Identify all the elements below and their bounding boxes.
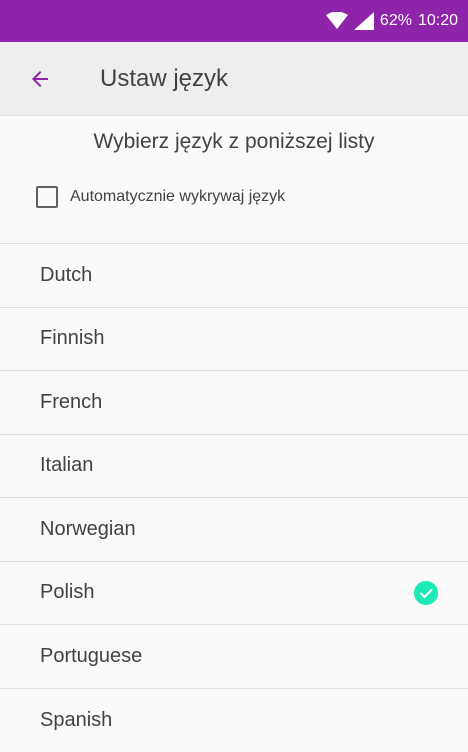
page-title: Ustaw język	[100, 65, 228, 93]
subtitle: Wybierz język z poniższej listy	[0, 130, 468, 154]
back-button[interactable]	[0, 42, 80, 116]
language-list: Dutch Finnish French Italian Norwegian P…	[0, 244, 468, 752]
wifi-icon	[326, 12, 348, 30]
language-item-norwegian[interactable]: Norwegian	[0, 498, 468, 562]
clock: 10:20	[418, 12, 458, 30]
battery-level: 62%	[380, 12, 412, 30]
language-item-finnish[interactable]: Finnish	[0, 308, 468, 372]
language-label: Italian	[40, 454, 93, 477]
language-label: Spanish	[40, 709, 112, 732]
language-header: Wybierz język z poniższej listy Automaty…	[0, 116, 468, 244]
check-circle-icon	[414, 581, 438, 605]
language-item-italian[interactable]: Italian	[0, 435, 468, 499]
language-label: Finnish	[40, 327, 104, 350]
signal-icon	[354, 12, 374, 30]
auto-detect-option[interactable]: Automatycznie wykrywaj język	[36, 186, 285, 208]
language-item-portuguese[interactable]: Portuguese	[0, 625, 468, 689]
language-item-polish[interactable]: Polish	[0, 562, 468, 626]
language-item-spanish[interactable]: Spanish	[0, 689, 468, 752]
language-item-french[interactable]: French	[0, 371, 468, 435]
language-label: Polish	[40, 581, 94, 604]
arrow-left-icon	[28, 67, 52, 91]
auto-detect-label: Automatycznie wykrywaj język	[70, 188, 285, 206]
language-label: Dutch	[40, 264, 92, 287]
language-label: Norwegian	[40, 518, 136, 541]
language-item-dutch[interactable]: Dutch	[0, 244, 468, 308]
language-label: French	[40, 391, 102, 414]
status-bar: 62% 10:20	[0, 0, 468, 42]
app-bar: Ustaw język	[0, 42, 468, 116]
language-label: Portuguese	[40, 645, 142, 668]
auto-detect-checkbox[interactable]	[36, 186, 58, 208]
